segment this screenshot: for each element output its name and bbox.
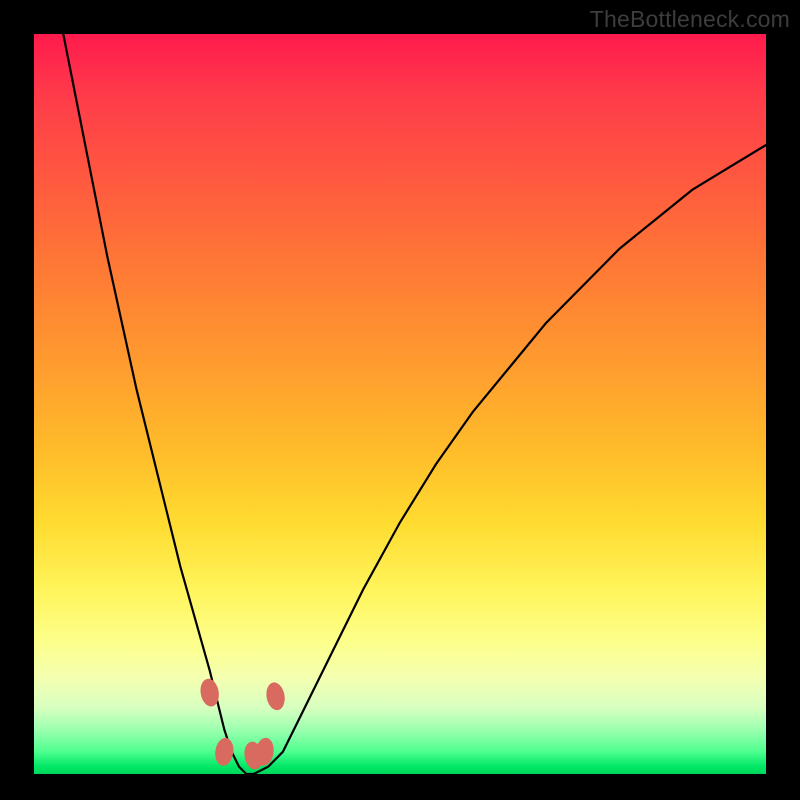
curve-marker: [264, 681, 287, 712]
marker-group: [198, 677, 286, 771]
curve-marker: [213, 737, 235, 767]
chart-frame: TheBottleneck.com: [0, 0, 800, 800]
plot-area: [34, 34, 766, 774]
bottleneck-curve-path: [63, 34, 766, 774]
curve-line: [63, 34, 766, 774]
watermark-text: TheBottleneck.com: [590, 6, 790, 33]
chart-svg: [34, 34, 766, 774]
